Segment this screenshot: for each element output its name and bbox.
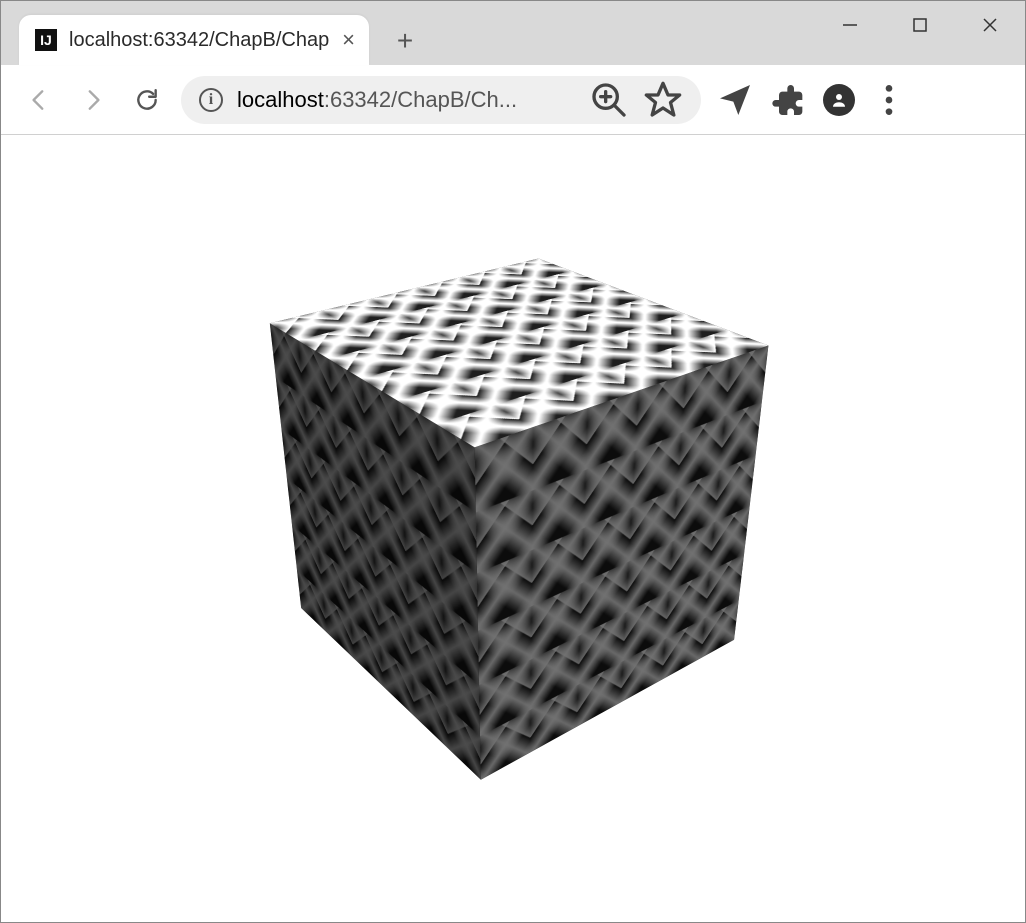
extensions-puzzle-icon[interactable] xyxy=(769,80,809,120)
nav-forward-button[interactable] xyxy=(73,80,113,120)
cube-3d xyxy=(360,297,642,684)
send-tab-icon[interactable] xyxy=(715,80,755,120)
page-viewport xyxy=(1,135,1025,922)
window-maximize-button[interactable] xyxy=(885,1,955,49)
bookmark-star-icon[interactable] xyxy=(643,80,683,120)
window-close-button[interactable] xyxy=(955,1,1025,49)
url-host: localhost xyxy=(237,87,324,112)
tab-strip: IJ localhost:63342/ChapB/ChapB × + xyxy=(1,9,429,65)
url-text: localhost:63342/ChapB/Ch... xyxy=(237,87,575,113)
tab-favicon-icon: IJ xyxy=(35,29,57,51)
address-bar[interactable]: i localhost:63342/ChapB/Ch... xyxy=(181,76,701,124)
profile-avatar-icon[interactable] xyxy=(823,84,855,116)
zoom-icon[interactable] xyxy=(589,80,629,120)
window-minimize-button[interactable] xyxy=(815,1,885,49)
browser-tab-active[interactable]: IJ localhost:63342/ChapB/ChapB × xyxy=(19,15,369,65)
url-path: :63342/ChapB/Ch... xyxy=(324,87,517,112)
browser-titlebar: IJ localhost:63342/ChapB/ChapB × + xyxy=(1,1,1025,65)
tab-close-button[interactable]: × xyxy=(342,29,355,51)
tab-title: localhost:63342/ChapB/ChapB xyxy=(69,29,330,52)
site-info-icon[interactable]: i xyxy=(199,88,223,112)
nav-reload-button[interactable] xyxy=(127,80,167,120)
new-tab-button[interactable]: + xyxy=(381,17,429,65)
nav-back-button[interactable] xyxy=(19,80,59,120)
kebab-menu-icon[interactable] xyxy=(869,80,909,120)
window-controls xyxy=(815,1,1025,49)
browser-toolbar: i localhost:63342/ChapB/Ch... xyxy=(1,65,1025,135)
